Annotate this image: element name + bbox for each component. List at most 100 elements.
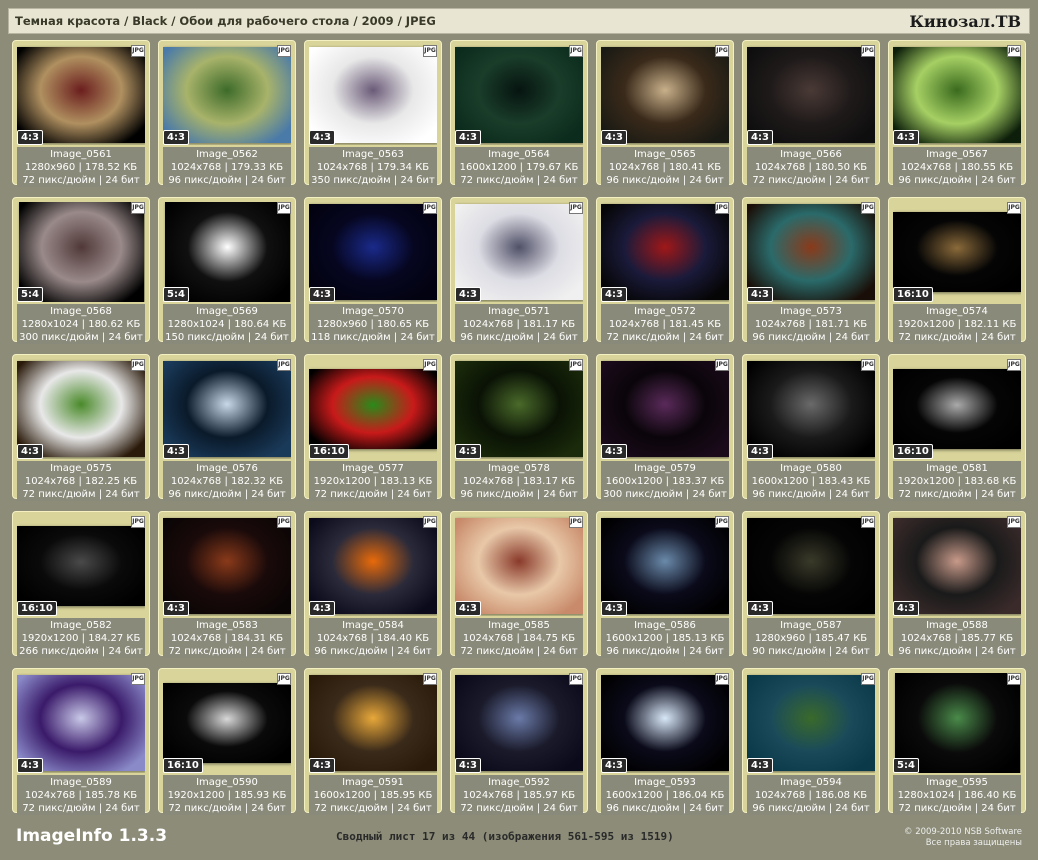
thumbnail-tile[interactable]: 4:3 JPG Image_0591 1600x1200 | 185.95 КБ 72 … bbox=[304, 668, 442, 815]
thumbnail-image[interactable] bbox=[455, 204, 583, 300]
thumbnail-image[interactable] bbox=[163, 361, 291, 457]
image-dpi-bits: 96 пикс/дюйм | 24 бит bbox=[606, 175, 724, 186]
image-dimensions-size: 1024x768 | 182.25 КБ bbox=[24, 476, 138, 487]
image-dpi: 72 пикс/дюйм bbox=[898, 332, 972, 343]
thumbnail-tile[interactable]: 4:3 JPG Image_0563 1024x768 | 179.34 КБ 350 … bbox=[304, 40, 442, 187]
thumbnail-image[interactable] bbox=[893, 47, 1021, 143]
thumbnail-tile[interactable]: 4:3 JPG Image_0576 1024x768 | 182.32 КБ 96 п… bbox=[158, 354, 296, 501]
thumbnail-tile[interactable]: 4:3 JPG Image_0580 1600x1200 | 183.43 КБ 96 … bbox=[742, 354, 880, 501]
thumbnail-image[interactable] bbox=[747, 47, 875, 143]
thumbnail-tile[interactable]: 4:3 JPG Image_0594 1024x768 | 186.08 КБ 96 п… bbox=[742, 668, 880, 815]
thumbnail-image[interactable] bbox=[747, 204, 875, 300]
image-dpi: 118 пикс/дюйм bbox=[311, 332, 391, 343]
image-name: Image_0568 bbox=[50, 306, 112, 317]
thumbnail-tile[interactable]: 5:4 JPG Image_0569 1280x1024 | 180.64 КБ 150… bbox=[158, 197, 296, 344]
thumbnail-image[interactable] bbox=[309, 204, 437, 300]
thumbnail-tile[interactable]: 5:4 JPG Image_0568 1280x1024 | 180.62 КБ 300… bbox=[12, 197, 150, 344]
thumbnail-tile[interactable]: 16:10 JPG Image_0582 1920x1200 | 184.27 КБ 2… bbox=[12, 511, 150, 658]
thumbnail-image[interactable] bbox=[601, 675, 729, 771]
image-dpi-bits: 72 пикс/дюйм | 24 бит bbox=[22, 175, 140, 186]
thumbnail-tile[interactable]: 4:3 JPG Image_0585 1024x768 | 184.75 КБ 72 п… bbox=[450, 511, 588, 658]
image-info: Image_0568 1280x1024 | 180.62 КБ 300 пикс/… bbox=[17, 304, 145, 344]
aspect-ratio-badge: 4:3 bbox=[747, 444, 773, 459]
thumbnail-image[interactable] bbox=[893, 518, 1021, 614]
thumbnail-image[interactable] bbox=[17, 526, 145, 606]
image-filesize: 183.13 КБ bbox=[380, 476, 433, 487]
thumbnail-image[interactable] bbox=[747, 518, 875, 614]
thumbnail-tile[interactable]: 4:3 JPG Image_0583 1024x768 | 184.31 КБ 72 п… bbox=[158, 511, 296, 658]
thumbnail-tile[interactable]: 5:4 JPG Image_0595 1280x1024 | 186.40 КБ 72 … bbox=[888, 668, 1026, 815]
thumbnail-image[interactable] bbox=[17, 47, 145, 143]
jpg-format-icon: JPG bbox=[131, 45, 145, 57]
thumbnail-image[interactable] bbox=[163, 683, 291, 763]
jpg-format-icon: JPG bbox=[423, 673, 437, 685]
thumbnail-image[interactable] bbox=[163, 47, 291, 143]
thumbnail-tile[interactable]: 4:3 JPG Image_0592 1024x768 | 185.97 КБ 72 п… bbox=[450, 668, 588, 815]
thumbnail-tile[interactable]: 4:3 JPG Image_0586 1600x1200 | 185.13 КБ 96 … bbox=[596, 511, 734, 658]
image-name: Image_0578 bbox=[488, 463, 550, 474]
thumbnail-image[interactable] bbox=[455, 675, 583, 771]
image-bitdepth: 24 бит bbox=[981, 489, 1016, 500]
thumbnail-image[interactable] bbox=[601, 47, 729, 143]
thumbnail-image[interactable] bbox=[17, 361, 145, 457]
thumbnail-image[interactable] bbox=[893, 369, 1021, 449]
thumbnail-tile[interactable]: 4:3 JPG Image_0572 1024x768 | 181.45 КБ 72 п… bbox=[596, 197, 734, 344]
thumbnail-tile[interactable]: 16:10 JPG Image_0581 1920x1200 | 183.68 КБ 7… bbox=[888, 354, 1026, 501]
image-resolution: 1024x768 bbox=[24, 476, 76, 487]
thumbnail-image[interactable] bbox=[455, 361, 583, 457]
image-resolution: 1280x960 bbox=[24, 162, 76, 173]
image-dimensions-size: 1600x1200 | 185.95 КБ bbox=[313, 790, 433, 801]
thumbnail-tile[interactable]: 16:10 JPG Image_0577 1920x1200 | 183.13 КБ 7… bbox=[304, 354, 442, 501]
thumbnail-image[interactable] bbox=[309, 47, 437, 143]
thumbnail-tile[interactable]: 4:3 JPG Image_0562 1024x768 | 179.33 КБ 96 п… bbox=[158, 40, 296, 187]
thumbnail-tile[interactable]: 4:3 JPG Image_0578 1024x768 | 183.17 КБ 96 п… bbox=[450, 354, 588, 501]
thumbnail-image[interactable] bbox=[455, 518, 583, 614]
thumbnail-tile[interactable]: 16:10 JPG Image_0590 1920x1200 | 185.93 КБ 7… bbox=[158, 668, 296, 815]
image-dimensions-size: 1600x1200 | 179.67 КБ bbox=[459, 162, 579, 173]
thumbnail-frame: 4:3 JPG bbox=[17, 45, 145, 145]
image-bitdepth: 24 бит bbox=[397, 646, 432, 657]
thumbnail-tile[interactable]: 4:3 JPG Image_0571 1024x768 | 181.17 КБ 96 п… bbox=[450, 197, 588, 344]
thumbnail-tile[interactable]: 4:3 JPG Image_0588 1024x768 | 185.77 КБ 96 п… bbox=[888, 511, 1026, 658]
thumbnail-image[interactable] bbox=[601, 204, 729, 300]
thumbnail-image[interactable] bbox=[309, 369, 437, 449]
image-bitdepth: 24 бит bbox=[105, 175, 140, 186]
image-dpi: 72 пикс/дюйм bbox=[460, 646, 534, 657]
thumbnail-tile[interactable]: 4:3 JPG Image_0567 1024x768 | 180.55 КБ 96 п… bbox=[888, 40, 1026, 187]
image-name: Image_0587 bbox=[780, 620, 842, 631]
thumbnail-image[interactable] bbox=[309, 518, 437, 614]
thumbnail-tile[interactable]: 4:3 JPG Image_0589 1024x768 | 185.78 КБ 72 п… bbox=[12, 668, 150, 815]
thumbnail-image[interactable] bbox=[455, 47, 583, 143]
thumbnail-tile[interactable]: 4:3 JPG Image_0579 1600x1200 | 183.37 КБ 300… bbox=[596, 354, 734, 501]
thumbnail-tile[interactable]: 4:3 JPG Image_0566 1024x768 | 180.50 КБ 72 п… bbox=[742, 40, 880, 187]
thumbnail-image[interactable] bbox=[747, 361, 875, 457]
thumbnail-image[interactable] bbox=[17, 675, 145, 771]
thumbnail-tile[interactable]: 4:3 JPG Image_0575 1024x768 | 182.25 КБ 72 п… bbox=[12, 354, 150, 501]
image-name: Image_0595 bbox=[926, 777, 988, 788]
aspect-ratio-badge: 4:3 bbox=[601, 758, 627, 773]
aspect-ratio-badge: 4:3 bbox=[455, 601, 481, 616]
image-info: Image_0594 1024x768 | 186.08 КБ 96 пикс/дю… bbox=[747, 775, 875, 815]
thumbnail-tile[interactable]: 4:3 JPG Image_0584 1024x768 | 184.40 КБ 96 п… bbox=[304, 511, 442, 658]
thumbnail-image[interactable] bbox=[893, 212, 1021, 292]
thumbnail-tile[interactable]: 4:3 JPG Image_0564 1600x1200 | 179.67 КБ 72 … bbox=[450, 40, 588, 187]
image-dpi: 72 пикс/дюйм bbox=[898, 803, 972, 814]
aspect-ratio-badge: 4:3 bbox=[17, 444, 43, 459]
thumbnail-tile[interactable]: 4:3 JPG Image_0561 1280x960 | 178.52 КБ 72 п… bbox=[12, 40, 150, 187]
image-bitdepth: 24 бит bbox=[835, 175, 870, 186]
thumbnail-tile[interactable]: 4:3 JPG Image_0570 1280x960 | 180.65 КБ 118 … bbox=[304, 197, 442, 344]
thumbnail-image[interactable] bbox=[747, 675, 875, 771]
thumbnail-tile[interactable]: 4:3 JPG Image_0593 1600x1200 | 186.04 КБ 96 … bbox=[596, 668, 734, 815]
thumbnail-tile[interactable]: 4:3 JPG Image_0565 1024x768 | 180.41 КБ 96 п… bbox=[596, 40, 734, 187]
thumbnail-image[interactable] bbox=[601, 518, 729, 614]
thumbnail-tile[interactable]: 4:3 JPG Image_0587 1280x960 | 185.47 КБ 90 п… bbox=[742, 511, 880, 658]
image-dpi: 266 пикс/дюйм bbox=[19, 646, 99, 657]
thumbnail-image[interactable] bbox=[601, 361, 729, 457]
thumbnail-tile[interactable]: 16:10 JPG Image_0574 1920x1200 | 182.11 КБ 7… bbox=[888, 197, 1026, 344]
image-bitdepth: 24 бит bbox=[689, 803, 724, 814]
thumbnail-image[interactable] bbox=[309, 675, 437, 771]
image-info: Image_0562 1024x768 | 179.33 КБ 96 пикс/дю… bbox=[163, 147, 291, 187]
aspect-ratio-badge: 4:3 bbox=[309, 130, 335, 145]
thumbnail-tile[interactable]: 4:3 JPG Image_0573 1024x768 | 181.71 КБ 96 п… bbox=[742, 197, 880, 344]
thumbnail-image[interactable] bbox=[163, 518, 291, 614]
